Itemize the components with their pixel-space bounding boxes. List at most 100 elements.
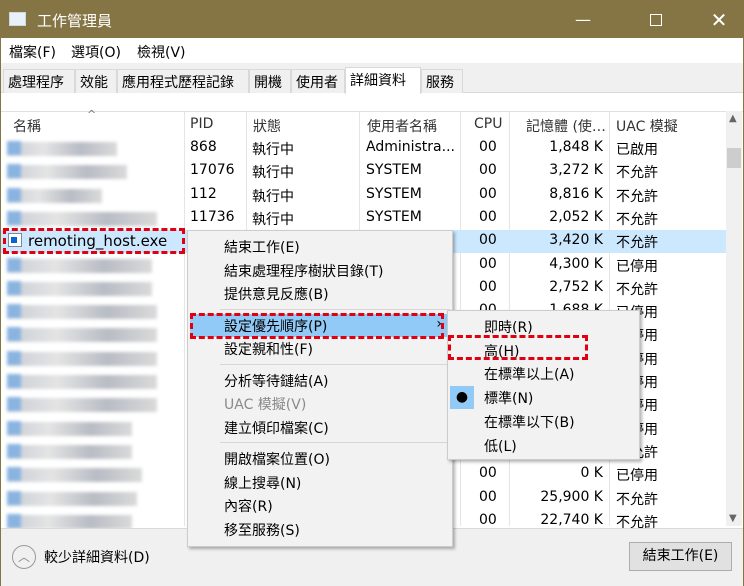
cell-cpu: 00 bbox=[479, 232, 497, 249]
close-button[interactable]: ✕ bbox=[696, 1, 742, 38]
context-menu-item[interactable]: 結束處理程序樹狀目錄(T) bbox=[190, 259, 450, 282]
menu-item-label: 移至服務(S) bbox=[224, 522, 300, 539]
cell-uac: 不允許 bbox=[616, 211, 658, 228]
blurred-process-name bbox=[7, 187, 102, 203]
cell-user: SYSTEM bbox=[366, 162, 422, 179]
cell-memory: 3,272 K bbox=[549, 162, 603, 179]
blurred-process-name bbox=[7, 374, 157, 389]
blurred-process-name bbox=[7, 304, 157, 320]
blurred-process-name bbox=[7, 280, 152, 296]
table-row[interactable]: 112 執行中 SYSTEM 不允許 00 8,816 K bbox=[1, 184, 726, 207]
priority-menu-item[interactable]: ● 標準(N) bbox=[450, 386, 637, 410]
blurred-process-name bbox=[7, 327, 157, 343]
scroll-up-icon[interactable]: ▲ bbox=[729, 113, 737, 124]
maximize-button[interactable] bbox=[633, 1, 679, 38]
menu-item-label: 低(L) bbox=[484, 438, 517, 455]
cell-uac: 不允許 bbox=[616, 491, 658, 508]
context-menu-item[interactable]: 移至服務(S) bbox=[190, 518, 450, 541]
scroll-down-icon[interactable]: ▼ bbox=[729, 513, 737, 524]
tab-performance[interactable]: 效能 bbox=[75, 69, 117, 93]
maximize-icon bbox=[650, 13, 662, 26]
menu-item-label: 內容(R) bbox=[224, 499, 273, 515]
cell-uac: 已啟用 bbox=[616, 142, 658, 158]
tab-services[interactable]: 服務 bbox=[421, 69, 463, 93]
collapse-chevron-icon[interactable]: ︿ bbox=[12, 545, 36, 569]
column-cpu[interactable]: CPU bbox=[474, 116, 502, 132]
menu-separator bbox=[220, 363, 450, 365]
cell-cpu: 00 bbox=[479, 255, 497, 272]
context-menu-item[interactable]: 分析等待鏈結(A) bbox=[190, 369, 450, 392]
cell-memory: 1,848 K bbox=[549, 139, 603, 155]
context-menu-item[interactable]: 建立傾印檔案(C) bbox=[190, 416, 450, 439]
cell-memory: 8,816 K bbox=[549, 185, 603, 202]
menu-item-label: 在標準以上(A) bbox=[484, 367, 575, 384]
blurred-process-name bbox=[7, 210, 157, 226]
tab-bar: 處理程序 效能 應用程式歷程記錄 開機 使用者 詳細資料 服務 bbox=[1, 63, 743, 94]
cell-cpu: 00 bbox=[479, 208, 497, 225]
cell-uac: 不允許 bbox=[616, 235, 658, 252]
menu-options[interactable]: 選項(O) bbox=[71, 42, 121, 62]
tab-processes[interactable]: 處理程序 bbox=[3, 69, 75, 93]
cell-status: 執行中 bbox=[252, 165, 294, 182]
context-menu-item[interactable]: 內容(R) bbox=[190, 494, 450, 517]
menu-item-label: 分析等待鏈結(A) bbox=[224, 373, 329, 390]
context-menu-item[interactable]: 設定親和性(F) bbox=[190, 337, 450, 360]
cell-uac: 不允許 bbox=[616, 281, 658, 298]
table-row[interactable]: 17076 執行中 SYSTEM 不允許 00 3,272 K bbox=[1, 160, 726, 183]
context-menu-item[interactable]: 開啟檔案位置(O) bbox=[190, 447, 450, 470]
column-status[interactable]: 狀態 bbox=[253, 116, 281, 136]
annotation-process-highlight bbox=[3, 228, 185, 254]
priority-menu-item[interactable]: 在標準以下(B) bbox=[450, 410, 637, 433]
column-pid[interactable]: PID bbox=[190, 116, 213, 132]
menu-separator bbox=[220, 442, 450, 443]
priority-menu-item[interactable]: 低(L) bbox=[450, 434, 637, 457]
cell-cpu: 00 bbox=[479, 488, 497, 505]
end-task-button[interactable]: 結束工作(E) bbox=[629, 542, 732, 571]
menu-item-label: 提供意見反應(B) bbox=[224, 287, 329, 303]
blurred-process-name bbox=[7, 467, 142, 483]
cell-uac: 不允許 bbox=[616, 165, 658, 182]
menu-item-label: 開啟檔案位置(O) bbox=[224, 452, 330, 468]
column-username[interactable]: 使用者名稱 bbox=[367, 116, 437, 136]
cell-memory: 2,052 K bbox=[549, 208, 603, 225]
vertical-scrollbar[interactable]: ▲ ▼ bbox=[726, 111, 742, 526]
cell-memory: 2,752 K bbox=[549, 278, 603, 295]
tab-app-history[interactable]: 應用程式歷程記錄 bbox=[117, 69, 249, 93]
cell-pid: 112 bbox=[190, 185, 217, 202]
blurred-process-name bbox=[7, 350, 157, 366]
priority-menu-item[interactable]: 在標準以上(A) bbox=[450, 362, 637, 385]
cell-uac: 已停用 bbox=[616, 468, 658, 485]
column-memory[interactable]: 記憶體 (使… bbox=[526, 116, 606, 136]
blurred-process-name bbox=[7, 397, 157, 413]
column-uac[interactable]: UAC 模擬 bbox=[616, 116, 678, 136]
context-menu-item[interactable]: 結束工作(E) bbox=[190, 235, 450, 258]
cell-memory: 0 K bbox=[580, 465, 603, 482]
title-bar: 工作管理員 — ✕ bbox=[1, 1, 743, 38]
table-row[interactable]: 868 執行中 Administra... 已啟用 00 1,848 K bbox=[1, 137, 726, 160]
context-menu-item[interactable]: UAC 模擬(V) bbox=[190, 392, 450, 415]
tab-details[interactable]: 詳細資料 bbox=[345, 67, 421, 94]
context-menu-item[interactable]: 提供意見反應(B) bbox=[190, 282, 450, 305]
minimize-button[interactable]: — bbox=[560, 1, 606, 38]
blurred-process-name bbox=[7, 420, 132, 436]
cell-status: 執行中 bbox=[252, 188, 294, 205]
context-menu-item[interactable]: 線上搜尋(N) bbox=[190, 471, 450, 494]
table-row[interactable]: 11736 執行中 SYSTEM 不允許 00 2,052 K bbox=[1, 207, 726, 230]
cell-cpu: 00 bbox=[479, 185, 497, 202]
menu-view[interactable]: 檢視(V) bbox=[137, 42, 186, 62]
blurred-process-name bbox=[7, 443, 132, 459]
scrollbar-thumb[interactable] bbox=[727, 148, 741, 168]
tab-startup[interactable]: 開機 bbox=[249, 69, 291, 93]
menu-separator bbox=[220, 308, 450, 310]
cell-memory: 4,300 K bbox=[549, 255, 603, 272]
menu-item-label: 即時(R) bbox=[484, 320, 533, 336]
menu-item-label: 標準(N) bbox=[484, 391, 534, 408]
column-name[interactable]: 名稱 bbox=[13, 116, 41, 136]
cell-status: 執行中 bbox=[252, 211, 294, 228]
annotation-priority-highlight bbox=[190, 313, 444, 339]
blurred-process-name bbox=[7, 141, 117, 156]
menu-file[interactable]: 檔案(F) bbox=[9, 42, 56, 62]
fewer-details-link[interactable]: 較少詳細資料(D) bbox=[44, 547, 150, 567]
cell-cpu: 00 bbox=[479, 278, 497, 295]
tab-users[interactable]: 使用者 bbox=[291, 69, 345, 93]
